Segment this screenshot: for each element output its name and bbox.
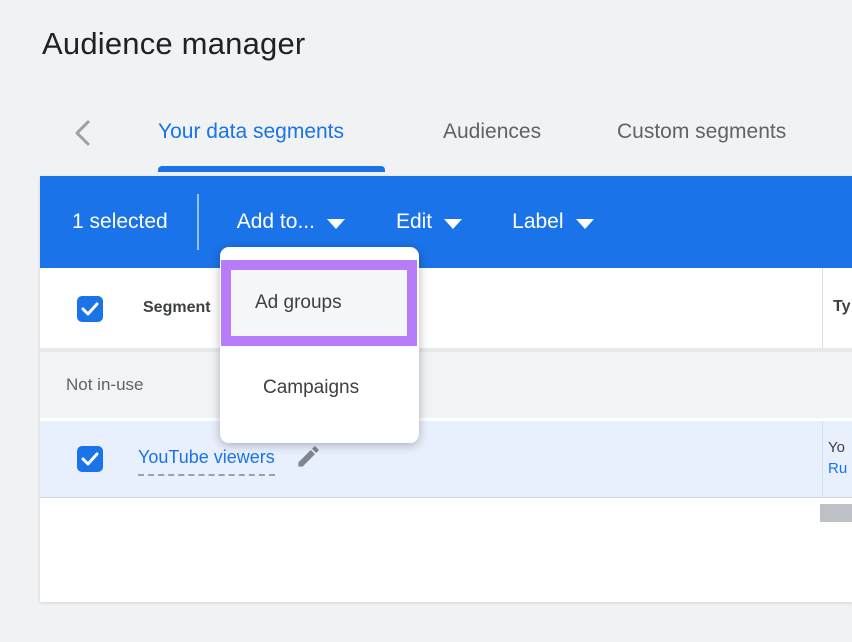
annotation-highlight-box: Ad groups	[221, 260, 417, 346]
type-cell-line1: Yo	[828, 437, 847, 458]
edit-menu-button[interactable]: Edit	[396, 210, 462, 234]
action-bar-divider	[197, 194, 199, 250]
select-all-checkbox[interactable]	[77, 296, 103, 322]
active-tab-underline	[158, 166, 385, 172]
tab-your-data-segments[interactable]: Your data segments	[158, 120, 344, 144]
column-divider	[822, 421, 823, 497]
tab-custom-segments[interactable]: Custom segments	[617, 120, 786, 144]
group-row-label: Not in-use	[66, 375, 143, 395]
chevron-left-icon[interactable]	[70, 119, 96, 147]
add-to-menu-button[interactable]: Add to...	[237, 210, 345, 234]
table-row[interactable]: YouTube viewers Yo Ru	[40, 421, 852, 498]
tab-audiences[interactable]: Audiences	[443, 120, 541, 144]
caret-down-icon	[327, 219, 345, 229]
row-checkbox[interactable]	[77, 446, 103, 472]
segments-table: Segment Ty Not in-use YouTube viewers	[40, 268, 852, 498]
scrollbar-thumb[interactable]	[820, 504, 852, 522]
type-cell: Yo Ru	[828, 437, 847, 479]
add-to-dropdown-menu: Ad groups Campaigns	[220, 247, 419, 443]
group-row-not-in-use: Not in-use	[40, 352, 852, 421]
label-menu-button[interactable]: Label	[512, 210, 593, 234]
table-header-row: Segment Ty	[40, 268, 852, 352]
segment-column-header[interactable]: Segment	[143, 299, 211, 317]
menu-item-campaigns[interactable]: Campaigns	[220, 358, 419, 418]
segment-name-link[interactable]: YouTube viewers	[138, 447, 275, 476]
bulk-action-bar: 1 selected Add to... Edit Label	[40, 176, 852, 268]
content-card: 1 selected Add to... Edit Label Segment …	[40, 176, 852, 602]
caret-down-icon	[444, 219, 462, 229]
checkbox-checked-icon	[79, 298, 101, 320]
checkbox-checked-icon	[79, 448, 101, 470]
type-cell-link[interactable]: Ru	[828, 458, 847, 479]
label-menu-label: Label	[512, 210, 563, 234]
type-column-header[interactable]: Ty	[833, 298, 850, 316]
menu-item-ad-groups[interactable]: Ad groups	[231, 270, 407, 336]
selected-count: 1 selected	[72, 210, 168, 234]
page-title: Audience manager	[42, 26, 305, 62]
add-to-menu-label: Add to...	[237, 210, 315, 234]
column-divider	[822, 268, 823, 348]
edit-menu-label: Edit	[396, 210, 432, 234]
caret-down-icon	[576, 219, 594, 229]
pencil-icon[interactable]	[295, 443, 322, 475]
